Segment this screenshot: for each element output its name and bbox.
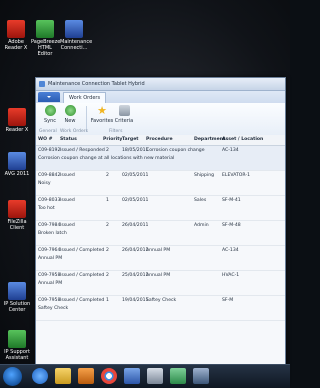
col-header-asset[interactable]: Asset / Location	[222, 137, 263, 142]
app-icon	[39, 81, 45, 87]
window-titlebar[interactable]: Maintenance Connection Tablet Hybrid	[36, 78, 285, 91]
new-button[interactable]: New	[60, 105, 80, 124]
ip-solution-icon	[8, 282, 26, 300]
desktop-icon-ip-solution[interactable]: IP Solution Center	[3, 282, 31, 313]
ribbon-group-filters: Filters	[109, 129, 123, 134]
app-icon[interactable]	[124, 368, 140, 384]
filezilla-icon	[8, 200, 26, 218]
ribbon-tabs: Work Orders	[36, 91, 285, 104]
ribbon-group-general: General	[39, 129, 57, 134]
favorites-button[interactable]: ★ Favorites	[90, 105, 114, 124]
new-icon	[64, 105, 76, 116]
criteria-icon	[118, 105, 130, 116]
avg-icon	[8, 152, 26, 170]
pagebreeze-icon	[36, 20, 54, 38]
desktop-icon-avg[interactable]: AVG 2011	[3, 152, 31, 177]
table-row[interactable]: C09-7984 Issued 2 26/04/2011 Admin SF-M-…	[36, 221, 285, 246]
app-menu-button[interactable]	[38, 92, 60, 102]
adobe-reader-icon	[7, 20, 25, 38]
desktop-icon-reader-x[interactable]: Reader X	[3, 108, 31, 133]
table-row[interactable]: C09-8192 Issued / Responded 2 18/05/2011…	[36, 146, 285, 171]
ie-icon[interactable]	[32, 368, 48, 384]
maintenance-connection-icon	[65, 20, 83, 38]
table-row[interactable]: C09-8842 Issued 2 02/05/2011 Shipping EL…	[36, 171, 285, 196]
chevron-down-icon	[47, 96, 51, 98]
media-icon[interactable]	[78, 368, 94, 384]
table-row[interactable]: C09-7958 Issued / Completed 1 19/04/2011…	[36, 296, 285, 321]
sync-button[interactable]: Sync	[40, 105, 60, 124]
adobe-reader-icon	[8, 108, 26, 126]
col-header-status[interactable]: Status	[60, 137, 77, 142]
col-header-department[interactable]: Department	[194, 137, 225, 142]
criteria-button[interactable]: Criteria	[114, 105, 134, 124]
ribbon-group-work-orders: Work Orders	[60, 129, 88, 134]
desktop-icon-filezilla[interactable]: FileZilla Client	[3, 200, 31, 231]
desktop-icon-pagebreeze[interactable]: PageBreeze HTML Editor	[31, 20, 60, 57]
col-header-wo[interactable]: WO #	[38, 137, 52, 142]
app2-icon[interactable]	[147, 368, 163, 384]
col-header-procedure[interactable]: Procedure	[146, 137, 173, 142]
table-header: WO # Status Priority Target Procedure De…	[36, 135, 285, 146]
folder-icon[interactable]	[55, 368, 71, 384]
sync-icon	[44, 105, 56, 116]
work-orders-table: WO # Status Priority Target Procedure De…	[36, 135, 285, 321]
app-window: Maintenance Connection Tablet Hybrid Wor…	[35, 77, 286, 384]
start-orb-icon[interactable]	[3, 367, 22, 386]
taskbar	[0, 364, 290, 388]
ribbon: Sync New ★ Favorites Criteria General Wo…	[36, 103, 285, 136]
table-row[interactable]: C09-8033 Issued 1 02/05/2011 Sales SF-M-…	[36, 196, 285, 221]
app3-icon[interactable]	[170, 368, 186, 384]
chrome-icon[interactable]	[101, 368, 117, 384]
table-row[interactable]: C09-7958 Issued / Completed 2 25/04/2011…	[36, 271, 285, 296]
window-title: Maintenance Connection Tablet Hybrid	[48, 81, 145, 87]
desktop-icon-adobe-reader[interactable]: Adobe Reader X	[2, 20, 30, 51]
col-header-priority[interactable]: Priority	[103, 137, 122, 142]
col-header-target[interactable]: Target	[122, 137, 139, 142]
desktop-icon-support-assistant[interactable]: IP Support Assistant	[3, 330, 31, 361]
star-icon: ★	[97, 104, 107, 117]
table-row[interactable]: C09-7964 Issued / Completed 2 26/04/2011…	[36, 246, 285, 271]
desktop-icon-maintenance-connection[interactable]: Maintenance Connecti...	[60, 20, 92, 51]
app4-icon[interactable]	[193, 368, 209, 384]
support-assistant-icon	[8, 330, 26, 348]
